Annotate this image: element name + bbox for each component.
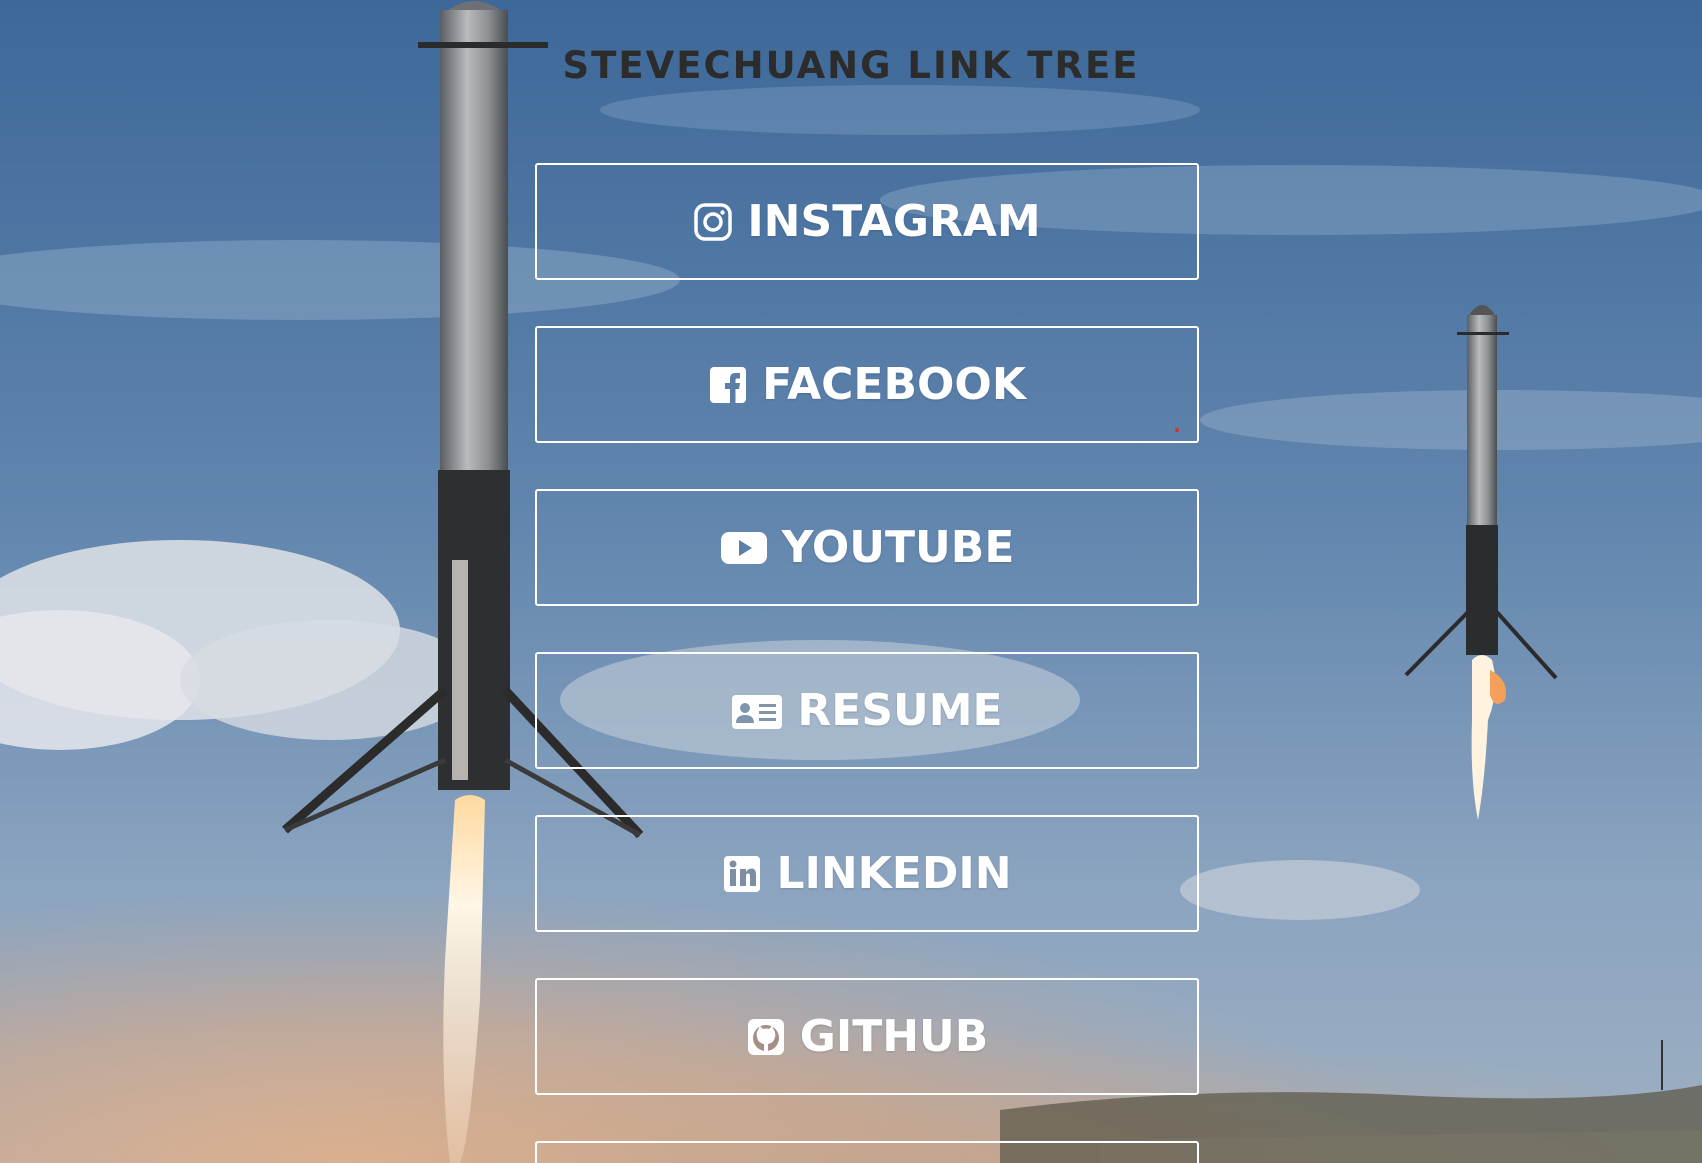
youtube-icon	[720, 528, 768, 568]
linkedin-label: LINKEDIN	[776, 848, 1012, 899]
resume-label: RESUME	[797, 685, 1003, 736]
next-link-button[interactable]	[535, 1141, 1199, 1163]
instagram-link-button[interactable]: INSTAGRAM	[535, 163, 1199, 280]
linkedin-link-button[interactable]: LINKEDIN	[535, 815, 1199, 932]
facebook-icon	[708, 365, 748, 405]
github-label: GITHUB	[799, 1011, 989, 1062]
cursor-dot	[1175, 428, 1179, 432]
youtube-link-button[interactable]: YOUTUBE	[535, 489, 1199, 606]
instagram-label: INSTAGRAM	[747, 196, 1041, 247]
github-icon	[746, 1017, 786, 1057]
facebook-link-button[interactable]: FACEBOOK	[535, 326, 1199, 443]
github-link-button[interactable]: GITHUB	[535, 978, 1199, 1095]
resume-link-button[interactable]: RESUME	[535, 652, 1199, 769]
facebook-label: FACEBOOK	[762, 359, 1026, 410]
link-list: INSTAGRAM FACEBOOK YOUTUBE RESUME LINKED…	[535, 163, 1199, 1163]
linkedin-icon	[722, 854, 762, 894]
page-title: STEVECHUANG LINK TREE	[562, 44, 1140, 87]
youtube-label: YOUTUBE	[781, 522, 1015, 573]
id-card-icon	[731, 691, 783, 731]
instagram-icon	[693, 202, 733, 242]
